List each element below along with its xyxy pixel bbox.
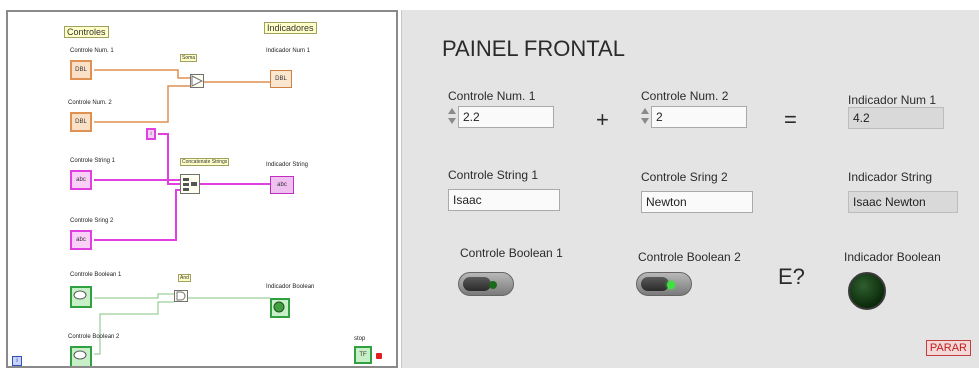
wire-bool1 [94, 293, 174, 299]
ind-num-label: Indicador Num 1 [848, 93, 937, 107]
wire-const [158, 133, 182, 185]
num1-input[interactable]: 2.2 [458, 106, 554, 128]
toggle-icon [73, 290, 87, 300]
ind-str-value: Isaac Newton [848, 191, 958, 213]
bool2-light-icon [667, 281, 675, 289]
str1-input[interactable]: Isaac [448, 189, 560, 211]
ind-num-terminal[interactable]: DBL [270, 70, 292, 88]
equals-sign: = [784, 107, 797, 132]
string2-terminal-label: Controle Sring 2 [70, 218, 114, 224]
concat-node-label: Concatenate Strings [180, 158, 230, 166]
num2-spinner[interactable] [641, 106, 650, 128]
led-icon [273, 301, 285, 313]
add-triangle-icon [191, 75, 203, 87]
block-diagram-panel: Controles Indicadores Controle Num. 1 DB… [6, 10, 398, 368]
increment-icon[interactable] [448, 108, 456, 114]
bool1-light-icon [489, 281, 497, 289]
page-title: PAINEL FRONTAL [442, 36, 625, 61]
front-panel: PAINEL FRONTAL Controle Num. 1 2.2 + Con… [401, 10, 979, 368]
bool2-toggle[interactable] [636, 272, 692, 296]
num1-spinner[interactable] [448, 106, 457, 128]
and-question-label: E? [778, 264, 805, 289]
and-gate-icon [176, 291, 186, 301]
ind-str-label: Indicador String [848, 170, 933, 184]
ind-num-terminal-label: Indicador Num 1 [266, 48, 311, 54]
decrement-icon[interactable] [641, 118, 649, 124]
str2-input[interactable]: Newton [641, 191, 753, 213]
wire-str2 [94, 189, 182, 241]
string1-terminal-label: Controle String 1 [70, 158, 116, 164]
ind-bool-terminal[interactable] [270, 298, 290, 318]
toggle-icon [73, 350, 87, 360]
num1-terminal[interactable]: DBL [70, 60, 92, 80]
ind-string-terminal-label: Indicador String [266, 162, 309, 168]
stop-terminal[interactable]: TF [354, 346, 372, 364]
loop-iteration-terminal[interactable]: i [12, 356, 22, 366]
ind-bool-label: Indicador Boolean [844, 250, 941, 264]
bool1-terminal[interactable] [70, 286, 92, 308]
string-constant[interactable]: i [146, 128, 156, 140]
indicators-header: Indicadores [264, 22, 317, 34]
add-node[interactable] [190, 74, 204, 88]
ind-num-value: 4.2 [848, 107, 944, 129]
decrement-icon[interactable] [448, 118, 456, 124]
ind-bool-terminal-label: Indicador Boolean [266, 284, 315, 290]
concat-icon [183, 178, 197, 191]
and-node-label: And [178, 274, 191, 282]
stop-button[interactable]: PARAR [925, 340, 971, 356]
bool2-terminal[interactable] [70, 346, 92, 366]
string1-terminal[interactable]: abc [70, 170, 92, 190]
bool1-toggle[interactable] [458, 272, 514, 296]
bool1-label: Controle Boolean 1 [460, 246, 563, 260]
wire-num1 [94, 69, 191, 79]
stop-terminal-label: stop [354, 336, 366, 342]
ind-bool-led [848, 272, 886, 310]
string2-terminal[interactable]: abc [70, 230, 92, 250]
concatenate-strings-node[interactable] [180, 174, 200, 194]
wire-bool2 [94, 301, 174, 355]
controls-header: Controles [64, 26, 109, 38]
num1-terminal-label: Controle Num. 1 [70, 48, 114, 54]
bool2-label: Controle Boolean 2 [638, 250, 741, 264]
stop-condition-icon [376, 353, 382, 359]
num1-label: Controle Num. 1 [448, 89, 536, 103]
plus-sign: + [596, 107, 609, 132]
num2-terminal[interactable]: DBL [70, 112, 92, 132]
wires [94, 69, 270, 355]
bool1-terminal-label: Controle Boolean 1 [70, 272, 122, 278]
ind-string-terminal[interactable]: abc [270, 176, 294, 194]
str1-label: Controle String 1 [448, 168, 539, 182]
num2-input[interactable]: 2 [651, 106, 747, 128]
add-node-label: Soma [180, 54, 198, 62]
increment-icon[interactable] [641, 108, 649, 114]
num2-label: Controle Num. 2 [641, 89, 729, 103]
and-node[interactable] [174, 290, 188, 302]
bool2-terminal-label: Controle Boolean 2 [68, 334, 120, 340]
num2-terminal-label: Controle Num. 2 [68, 100, 112, 106]
str2-label: Controle Sring 2 [641, 170, 728, 184]
